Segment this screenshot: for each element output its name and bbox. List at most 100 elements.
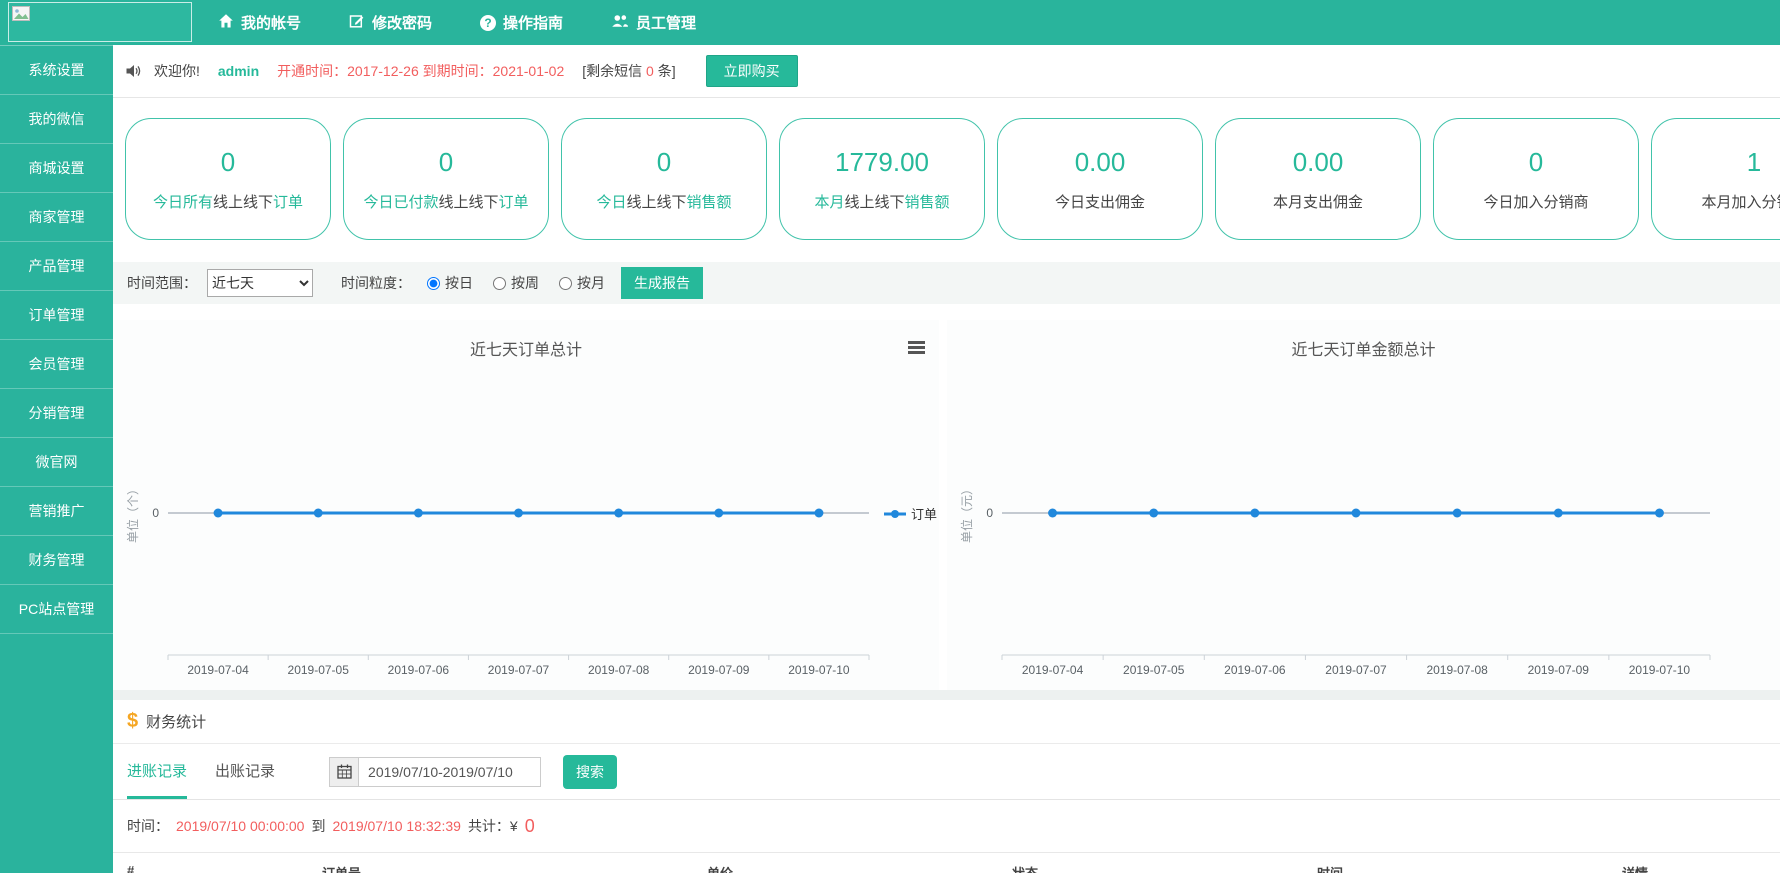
total-label: 共计：¥: [468, 816, 518, 836]
table-header-cell: 详情: [1622, 863, 1780, 873]
svg-text:2019-07-05: 2019-07-05: [1123, 663, 1185, 677]
sidebar-item[interactable]: 微官网: [0, 438, 113, 487]
granularity-option-label: 按月: [577, 273, 605, 293]
nav-item-operation-guide[interactable]: ?操作指南: [480, 12, 563, 33]
sidebar-item[interactable]: 分销管理: [0, 389, 113, 438]
stat-card: 0.00 本月支出佣金: [1215, 118, 1421, 240]
dollar-icon: $: [127, 710, 138, 733]
stat-card-label: 今日支出佣金: [1055, 191, 1145, 212]
generate-report-button[interactable]: 生成报告: [621, 267, 703, 299]
table-header-cell: 单价: [707, 863, 1012, 873]
buy-now-button[interactable]: 立即购买: [706, 55, 798, 87]
granularity-option-label: 按日: [445, 273, 473, 293]
time-range-select[interactable]: 近七天: [207, 269, 313, 297]
order-amount-chart-panel: 近七天订单金额总计单位（元）02019-07-042019-07-052019-…: [947, 320, 1780, 690]
calendar-button[interactable]: [329, 757, 359, 787]
nav-item-label: 我的帐号: [241, 12, 301, 33]
nav-item-my-account[interactable]: 我的帐号: [218, 12, 301, 33]
stat-card-value: 0.00: [1075, 147, 1126, 178]
granularity-option[interactable]: 按周: [493, 273, 539, 293]
logo: [8, 2, 192, 42]
time-label: 时间：: [127, 816, 169, 836]
total-value: 0: [525, 816, 535, 837]
stat-card: 1779.00 本月线上线下销售额: [779, 118, 985, 240]
stat-card: 0今日线上线下销售额: [561, 118, 767, 240]
sidebar-item[interactable]: 系统设置: [0, 46, 113, 95]
svg-text:2019-07-10: 2019-07-10: [788, 663, 850, 677]
granularity-option-label: 按周: [511, 273, 539, 293]
chart-legend[interactable]: 订单: [884, 504, 937, 523]
order-count-chart-panel: 近七天订单总计单位（个）02019-07-042019-07-052019-07…: [113, 320, 939, 690]
finance-section-header: $ 财务统计: [113, 700, 1780, 744]
table-header-cell: 订单号: [322, 863, 707, 873]
stat-card-value: 0: [221, 147, 235, 178]
table-header-cell: 时间: [1317, 863, 1622, 873]
svg-text:2019-07-06: 2019-07-06: [388, 663, 450, 677]
sidebar-item[interactable]: 会员管理: [0, 340, 113, 389]
main-content: 欢迎你! admin 开通时间：2017-12-26 到期时间：2021-01-…: [113, 45, 1780, 873]
tab-expense-records[interactable]: 出账记录: [215, 744, 275, 799]
account-period: 开通时间：2017-12-26 到期时间：2021-01-02: [277, 61, 564, 81]
tab-income-records[interactable]: 进账记录: [127, 744, 187, 799]
username: admin: [218, 63, 259, 79]
granularity-label: 时间粒度：: [341, 273, 411, 293]
stat-card: 0今日加入分销商: [1433, 118, 1639, 240]
finance-section-title: 财务统计: [146, 711, 206, 732]
sidebar-item[interactable]: 产品管理: [0, 242, 113, 291]
edit-icon: [349, 13, 365, 33]
granularity-option[interactable]: 按月: [559, 273, 605, 293]
sidebar: 系统设置我的微信商城设置商家管理产品管理订单管理会员管理分销管理微官网营销推广财…: [0, 45, 113, 873]
broken-image-icon: [12, 6, 30, 21]
svg-text:2019-07-07: 2019-07-07: [1325, 663, 1387, 677]
users-icon: [611, 13, 629, 33]
stat-cards: 0今日所有线上线下订单0今日已付款线上线下订单0今日线上线下销售额1779.00…: [113, 98, 1780, 240]
stat-card: 0.00 今日支出佣金: [997, 118, 1203, 240]
greeting-text: 欢迎你!: [154, 61, 200, 81]
granularity-radio[interactable]: [559, 277, 572, 290]
svg-text:2019-07-07: 2019-07-07: [488, 663, 550, 677]
sidebar-item[interactable]: 财务管理: [0, 536, 113, 585]
search-button[interactable]: 搜索: [563, 755, 617, 789]
time-start: 2019/07/10 00:00:00: [176, 818, 304, 834]
svg-text:2019-07-06: 2019-07-06: [1224, 663, 1286, 677]
svg-text:2019-07-08: 2019-07-08: [1426, 663, 1488, 677]
svg-text:2019-07-05: 2019-07-05: [288, 663, 350, 677]
svg-text:2019-07-10: 2019-07-10: [1629, 663, 1691, 677]
stat-card-value: 1779.00: [835, 147, 929, 178]
granularity-radio-group: 按日 按周 按月: [427, 273, 605, 293]
granularity-radio[interactable]: [427, 277, 440, 290]
svg-text:0: 0: [152, 506, 159, 520]
nav-item-change-password[interactable]: 修改密码: [349, 12, 432, 33]
stat-card: 1本月加入分销商: [1651, 118, 1780, 240]
granularity-option[interactable]: 按日: [427, 273, 473, 293]
sidebar-item[interactable]: 营销推广: [0, 487, 113, 536]
svg-text:2019-07-08: 2019-07-08: [588, 663, 650, 677]
sidebar-item[interactable]: 商城设置: [0, 144, 113, 193]
stat-card-value: 1: [1747, 147, 1761, 178]
home-icon: [218, 13, 234, 33]
sidebar-item[interactable]: PC站点管理: [0, 585, 113, 634]
chart-menu-icon[interactable]: [908, 341, 925, 356]
sidebar-item[interactable]: 订单管理: [0, 291, 113, 340]
chart-title: 近七天订单总计: [113, 320, 939, 376]
granularity-radio[interactable]: [493, 277, 506, 290]
stat-card-value: 0.00: [1293, 147, 1344, 178]
order-amount-chart: 单位（元）02019-07-042019-07-052019-07-062019…: [947, 376, 1780, 690]
nav-item-label: 修改密码: [372, 12, 432, 33]
stat-card-label: 今日所有线上线下订单: [153, 191, 303, 212]
svg-text:2019-07-09: 2019-07-09: [1528, 663, 1590, 677]
order-count-chart: 单位（个）02019-07-042019-07-052019-07-062019…: [113, 376, 939, 690]
sidebar-item[interactable]: 我的微信: [0, 95, 113, 144]
nav-item-label: 员工管理: [636, 12, 696, 33]
stat-card-label: 本月线上线下销售额: [814, 191, 949, 212]
sidebar-item[interactable]: 商家管理: [0, 193, 113, 242]
filter-bar: 时间范围： 近七天 时间粒度： 按日按周按月 生成报告: [113, 262, 1780, 304]
speaker-icon: [125, 63, 142, 79]
finance-tabs-row: 进账记录 出账记录 搜索: [113, 744, 1780, 800]
date-range-input[interactable]: [359, 757, 541, 787]
nav-item-staff-management[interactable]: 员工管理: [611, 12, 696, 33]
stat-card-label: 本月支出佣金: [1273, 191, 1363, 212]
legend-label: 订单: [911, 504, 937, 523]
stat-card-label: 今日已付款线上线下订单: [363, 191, 528, 212]
svg-text:单位（个）: 单位（个）: [125, 483, 140, 543]
